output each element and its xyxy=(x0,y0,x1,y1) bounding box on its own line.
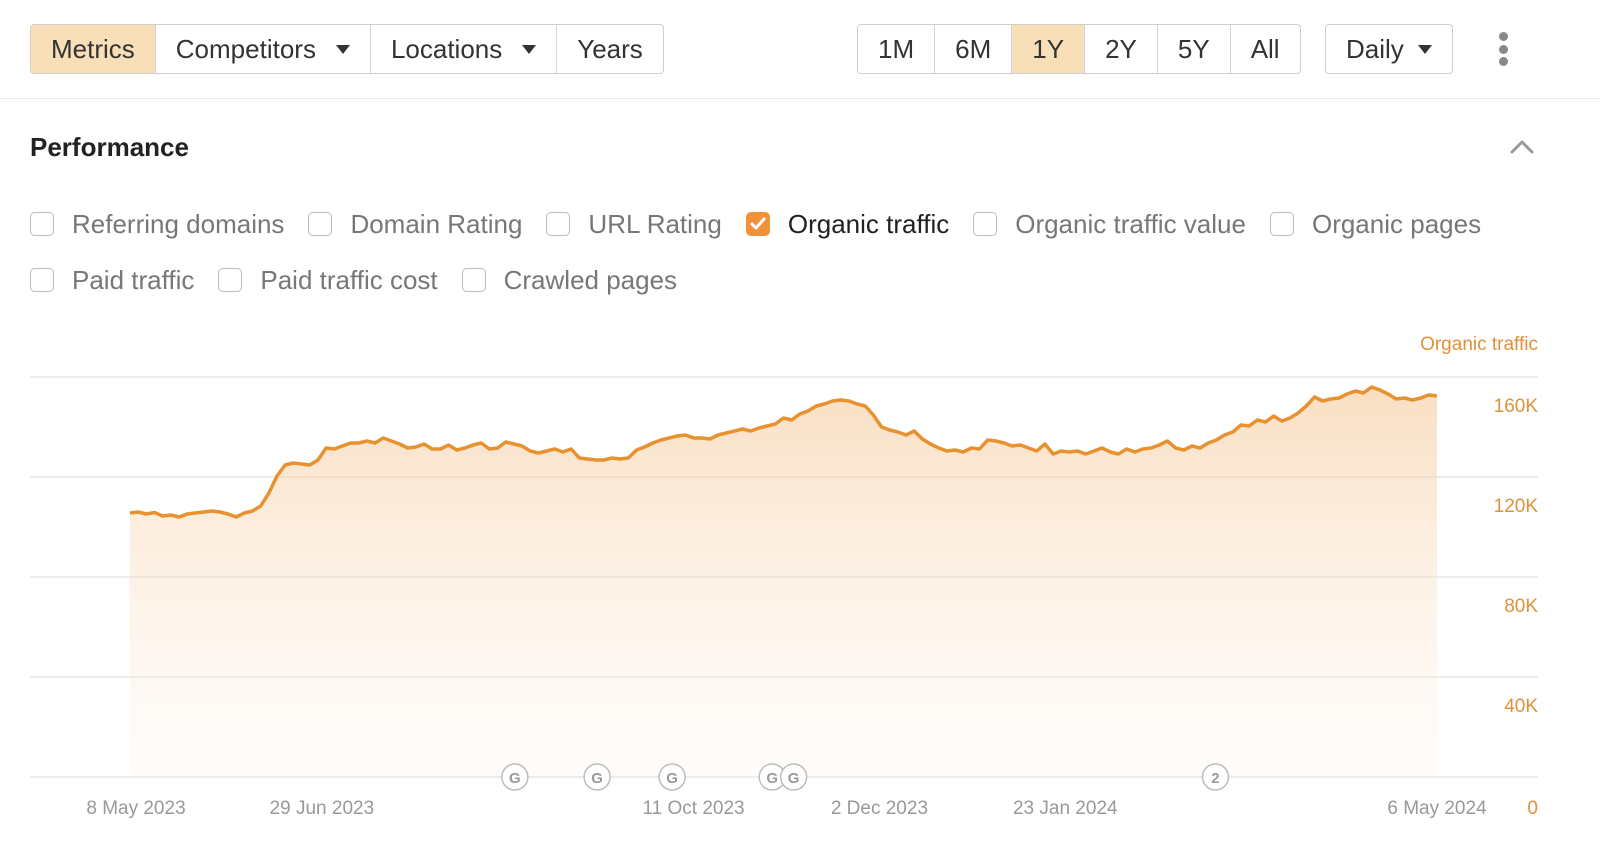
checkbox-checked-icon[interactable] xyxy=(745,212,770,236)
metric-checkbox-domain-rating[interactable]: Domain Rating xyxy=(308,209,522,240)
organic-traffic-chart: Organic traffic 0 40K 80K 120K 160K 8 May 20… xyxy=(30,334,1539,819)
metric-checkbox-referring-domains[interactable]: Referring domains xyxy=(30,209,284,240)
metric-label: URL Rating xyxy=(588,208,722,239)
range-label: 6M xyxy=(955,33,992,64)
svg-text:G: G xyxy=(766,770,778,787)
toolbar: Metrics Competitors Locations Years 1M 6… xyxy=(0,0,1600,99)
range-selector: 1M 6M 1Y 2Y 5Y All xyxy=(857,24,1301,74)
section-title: Performance xyxy=(30,132,189,162)
annotation-count-marker[interactable]: 2 xyxy=(1201,763,1230,791)
metric-label: Organic pages xyxy=(1311,208,1482,239)
range-all-button[interactable]: All xyxy=(1231,25,1300,73)
metric-selector: Referring domains Domain Rating URL Rating… xyxy=(30,204,1570,316)
tab-locations-label: Locations xyxy=(390,33,503,64)
range-5y-button[interactable]: 5Y xyxy=(1158,25,1231,73)
y-tick-label: 40K xyxy=(1504,696,1538,717)
range-1y-button[interactable]: 1Y xyxy=(1012,25,1086,73)
svg-text:G: G xyxy=(788,770,800,787)
metric-label: Domain Rating xyxy=(350,208,523,239)
range-label: 2Y xyxy=(1105,33,1137,64)
checkbox-unchecked-icon[interactable] xyxy=(30,268,54,292)
metric-checkbox-crawled-pages[interactable]: Crawled pages xyxy=(461,264,678,296)
checkbox-unchecked-icon[interactable] xyxy=(461,268,486,292)
range-label: 1Y xyxy=(1032,33,1065,64)
metric-checkbox-paid-traffic-cost[interactable]: Paid traffic cost xyxy=(218,264,438,296)
metric-label: Crawled pages xyxy=(503,264,678,295)
caret-down-icon xyxy=(335,44,350,54)
view-tabs: Metrics Competitors Locations Years xyxy=(30,24,664,74)
metric-label: Paid traffic xyxy=(72,264,195,295)
series-area-organic-traffic xyxy=(130,387,1437,777)
tab-competitors-label: Competitors xyxy=(175,33,316,64)
svg-text:2: 2 xyxy=(1211,770,1219,787)
tab-locations[interactable]: Locations xyxy=(371,25,558,73)
range-label: 5Y xyxy=(1177,33,1210,64)
y-tick-label: 120K xyxy=(1494,496,1539,517)
legend-organic-traffic: Organic traffic xyxy=(1420,334,1538,355)
x-tick-label: 29 Jun 2023 xyxy=(270,798,375,819)
range-1m-button[interactable]: 1M xyxy=(858,25,936,73)
metric-checkbox-organic-traffic[interactable]: Organic traffic xyxy=(745,208,950,240)
metric-row: Paid traffic Paid traffic cost Crawled pag… xyxy=(30,260,1570,300)
vertical-ellipsis-icon[interactable] xyxy=(1496,32,1510,66)
range-label: All xyxy=(1250,33,1280,64)
checkbox-unchecked-icon[interactable] xyxy=(973,212,998,236)
svg-text:G: G xyxy=(591,770,603,787)
google-update-marker[interactable]: G xyxy=(779,763,808,791)
metric-label: Organic traffic xyxy=(787,208,950,239)
y-tick-label: 0 xyxy=(1527,798,1538,819)
tab-metrics-label: Metrics xyxy=(51,33,135,64)
metric-checkbox-paid-traffic[interactable]: Paid traffic xyxy=(30,265,194,296)
range-6m-button[interactable]: 6M xyxy=(935,25,1013,73)
chevron-up-icon[interactable] xyxy=(1508,136,1536,156)
x-tick-label: 8 May 2023 xyxy=(86,798,185,819)
metric-checkbox-organic-pages[interactable]: Organic pages xyxy=(1269,208,1482,240)
metric-label: Referring domains xyxy=(72,208,285,239)
metric-label: Organic traffic value xyxy=(1015,208,1246,239)
range-label: 1M xyxy=(878,33,915,64)
checkbox-unchecked-icon[interactable] xyxy=(1269,212,1294,236)
interval-label: Daily xyxy=(1346,33,1404,64)
metric-checkbox-url-rating[interactable]: URL Rating xyxy=(546,208,722,240)
x-tick-label: 2 Dec 2023 xyxy=(831,798,928,819)
x-tick-label: 11 Oct 2023 xyxy=(643,798,745,819)
tab-competitors[interactable]: Competitors xyxy=(156,25,371,73)
tab-years-label: Years xyxy=(577,33,643,64)
tab-metrics[interactable]: Metrics xyxy=(31,25,156,73)
google-update-marker[interactable]: G xyxy=(501,763,529,791)
svg-text:G: G xyxy=(666,770,678,787)
google-update-marker[interactable]: G xyxy=(583,763,611,791)
x-tick-label: 6 May 2024 xyxy=(1387,798,1487,819)
x-tick-label: 23 Jan 2024 xyxy=(1013,798,1118,819)
checkbox-unchecked-icon[interactable] xyxy=(546,212,571,236)
metric-row: Referring domains Domain Rating URL Rating… xyxy=(30,204,1570,244)
tab-years[interactable]: Years xyxy=(557,25,663,73)
interval-dropdown[interactable]: Daily xyxy=(1325,24,1453,74)
metric-checkbox-organic-traffic-value[interactable]: Organic traffic value xyxy=(973,209,1246,240)
checkbox-unchecked-icon[interactable] xyxy=(218,268,243,292)
svg-text:G: G xyxy=(509,770,521,787)
google-update-marker[interactable]: G xyxy=(658,763,686,791)
y-tick-label: 160K xyxy=(1494,396,1539,417)
caret-down-icon xyxy=(522,44,537,54)
checkbox-unchecked-icon[interactable] xyxy=(308,212,333,236)
caret-down-icon xyxy=(1417,44,1432,54)
interval-select[interactable]: Daily xyxy=(1326,25,1452,73)
range-2y-button[interactable]: 2Y xyxy=(1085,25,1158,73)
y-tick-label: 80K xyxy=(1504,596,1538,617)
metric-label: Paid traffic cost xyxy=(260,264,438,295)
checkbox-unchecked-icon[interactable] xyxy=(30,212,54,236)
